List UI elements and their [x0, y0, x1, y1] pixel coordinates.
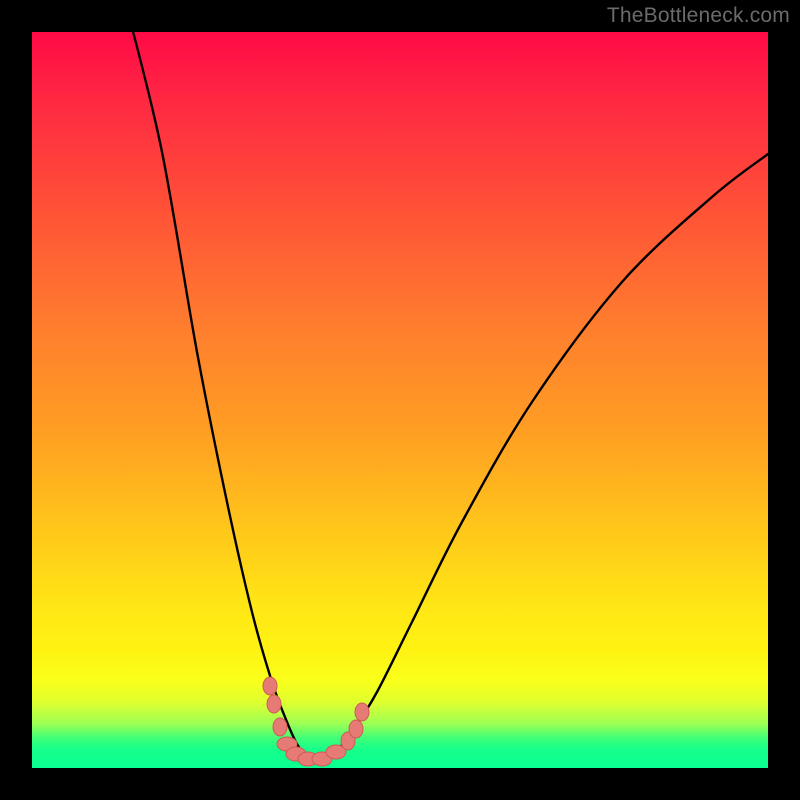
curve-marker — [355, 703, 369, 721]
chart-overlay — [32, 32, 768, 768]
curve-marker — [267, 695, 281, 713]
curve-marker — [349, 720, 363, 738]
chart-frame: TheBottleneck.com — [0, 0, 800, 800]
marker-group — [263, 677, 369, 766]
curve-marker — [263, 677, 277, 695]
bottleneck-curve — [128, 12, 768, 758]
curve-marker — [273, 718, 287, 736]
watermark-text: TheBottleneck.com — [607, 4, 790, 28]
